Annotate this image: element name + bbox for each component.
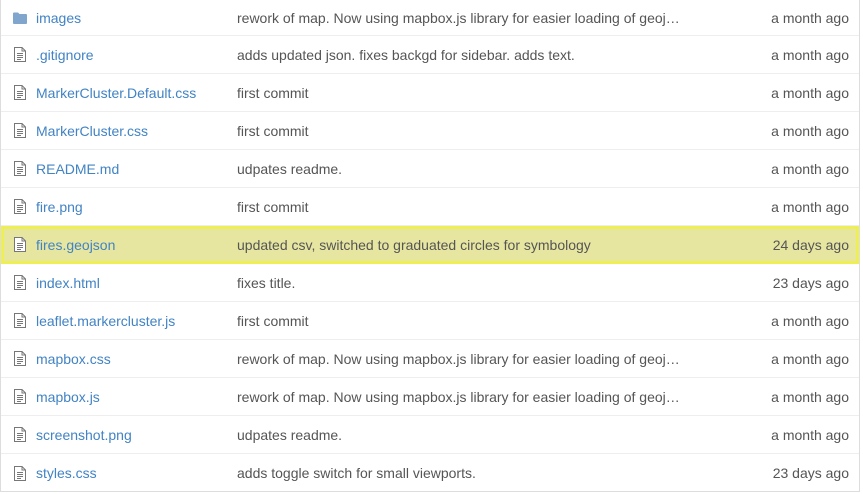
file-name-link[interactable]: MarkerCluster.css [36,123,148,139]
commit-message-link[interactable]: first commit [237,313,309,329]
commit-message-link[interactable]: rework of map. Now using mapbox.js libra… [237,389,680,405]
commit-age: a month ago [771,388,849,405]
commit-message-link[interactable]: adds updated json. fixes backgd for side… [237,47,575,63]
commit-age: 23 days ago [772,274,849,291]
commit-message-link[interactable]: first commit [237,85,309,101]
commit-age: 24 days ago [772,236,849,253]
file-name-link[interactable]: MarkerCluster.Default.css [36,85,196,101]
file-row[interactable]: index.html fixes title. 23 days ago [1,264,859,302]
file-name-link[interactable]: leaflet.markercluster.js [36,313,175,329]
file-row[interactable]: MarkerCluster.Default.css first commit a m… [1,74,859,112]
file-row[interactable]: images rework of map. Now using mapbox.js… [1,0,859,36]
file-icon [13,237,27,253]
file-list: images rework of map. Now using mapbox.js… [0,0,860,492]
file-name-link[interactable]: mapbox.js [36,389,100,405]
commit-age: a month ago [771,426,849,443]
file-name-link[interactable]: index.html [36,275,100,291]
commit-age: a month ago [771,198,849,215]
file-row[interactable]: fires.geojson updated csv, switched to gr… [1,226,859,264]
folder-icon [13,10,27,26]
file-row[interactable]: mapbox.js rework of map. Now using mapbox… [1,378,859,416]
file-name-link[interactable]: styles.css [36,465,97,481]
commit-message-link[interactable]: first commit [237,199,309,215]
file-row[interactable]: fire.png first commit a month ago [1,188,859,226]
commit-message-link[interactable]: rework of map. Now using mapbox.js libra… [237,351,680,367]
file-row[interactable]: styles.css adds toggle switch for small v… [1,454,859,492]
commit-age: a month ago [771,9,849,26]
file-icon [13,199,27,215]
commit-age: a month ago [771,350,849,367]
file-name-link[interactable]: fire.png [36,199,83,215]
file-row[interactable]: mapbox.css rework of map. Now using mapbo… [1,340,859,378]
file-icon [13,465,27,481]
commit-age: a month ago [771,46,849,63]
file-icon [13,161,27,177]
commit-age: 23 days ago [772,465,849,481]
file-icon [13,47,27,63]
file-name-link[interactable]: fires.geojson [36,237,115,253]
file-name-link[interactable]: .gitignore [36,47,94,63]
commit-age: a month ago [771,312,849,329]
file-row[interactable]: leaflet.markercluster.js first commit a mo… [1,302,859,340]
commit-message-link[interactable]: adds toggle switch for small viewports. [237,465,476,481]
commit-message-link[interactable]: rework of map. Now using mapbox.js libra… [237,10,680,26]
commit-message-link[interactable]: udpates readme. [237,161,342,177]
commit-age: a month ago [771,160,849,177]
file-icon [13,275,27,291]
file-name-link[interactable]: README.md [36,161,119,177]
file-icon [13,427,27,443]
file-icon [13,389,27,405]
file-row[interactable]: .gitignore adds updated json. fixes backg… [1,36,859,74]
file-row[interactable]: screenshot.png udpates readme. a month ago [1,416,859,454]
file-row[interactable]: MarkerCluster.css first commit a month ago [1,112,859,150]
file-icon [13,351,27,367]
commit-age: a month ago [771,84,849,101]
file-name-link[interactable]: images [36,10,81,26]
commit-age: a month ago [771,122,849,139]
commit-message-link[interactable]: first commit [237,123,309,139]
file-icon [13,85,27,101]
commit-message-link[interactable]: fixes title. [237,275,295,291]
file-icon [13,123,27,139]
file-name-link[interactable]: screenshot.png [36,427,132,443]
commit-message-link[interactable]: updated csv, switched to graduated circl… [237,237,591,253]
commit-message-link[interactable]: udpates readme. [237,427,342,443]
file-icon [13,313,27,329]
file-name-link[interactable]: mapbox.css [36,351,111,367]
file-row[interactable]: README.md udpates readme. a month ago [1,150,859,188]
